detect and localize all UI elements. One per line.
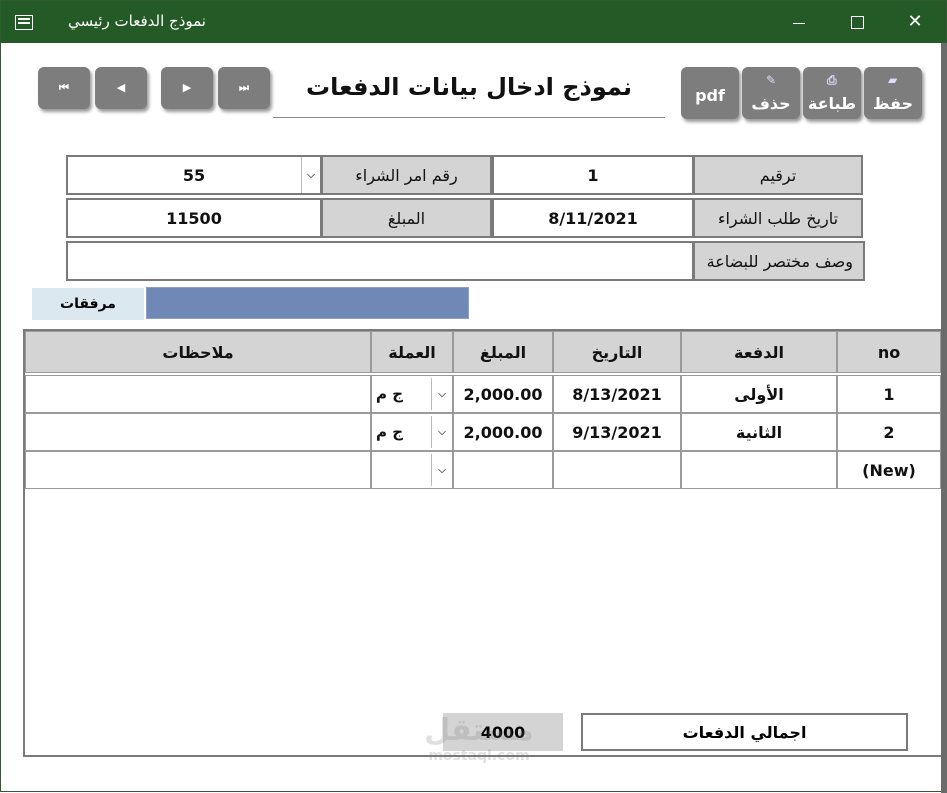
column-header-currency[interactable]: العملة — [371, 331, 453, 373]
chevron-down-icon[interactable]: ⌵ — [431, 416, 452, 448]
po-number-label: رقم امر الشراء — [321, 155, 492, 195]
next-record-icon: ▶ — [182, 81, 192, 94]
form-title: نموذج ادخال بيانات الدفعات — [306, 73, 632, 101]
first-record-icon: ⏮ — [59, 81, 69, 94]
po-number-combo[interactable]: 55 ⌵ — [66, 155, 322, 195]
currency-value: ج م — [376, 385, 404, 403]
amount-label: المبلغ — [321, 198, 492, 238]
chevron-down-icon[interactable]: ⌵ — [431, 378, 452, 410]
table-row-2-currency[interactable]: ج م ⌵ — [371, 413, 453, 451]
po-date-field[interactable]: 8/11/2021 — [492, 198, 694, 238]
column-header-amount[interactable]: المبلغ — [453, 331, 553, 373]
column-header-payment[interactable]: الدفعة — [681, 331, 837, 373]
currency-value: ج م — [376, 423, 404, 441]
next-record-button[interactable]: ▶ — [161, 67, 213, 109]
table-row-1-payment[interactable]: الأولى — [681, 375, 837, 413]
table-row-1-notes[interactable] — [25, 375, 371, 413]
first-record-button[interactable]: ⏮ — [38, 67, 90, 109]
po-date-label: تاريخ طلب الشراء — [693, 198, 863, 238]
close-button[interactable]: ✕ — [895, 9, 935, 35]
chevron-down-icon[interactable]: ⌵ — [431, 454, 452, 486]
title-underline — [273, 117, 665, 118]
minimize-icon — [793, 23, 805, 24]
delete-label: حذف — [751, 94, 791, 113]
serial-field[interactable]: 1 — [492, 155, 694, 195]
description-field[interactable] — [66, 241, 694, 281]
amount-field[interactable]: 11500 — [66, 198, 322, 238]
printer-icon: ⎙ — [827, 73, 837, 87]
prev-record-icon: ◀ — [116, 81, 126, 94]
form-icon — [15, 15, 33, 30]
new-row-currency[interactable]: ⌵ — [371, 451, 453, 489]
attachments-label: مرفقات — [32, 288, 144, 320]
total-payments-value: 4000 — [443, 713, 563, 751]
new-row-payment[interactable] — [681, 451, 837, 489]
table-row-2-date[interactable]: 9/13/2021 — [553, 413, 681, 451]
table-row-2-no[interactable]: 2 — [837, 413, 941, 451]
title-bar: نموذج الدفعات رئيسي ✕ — [1, 1, 946, 43]
chevron-down-icon[interactable]: ⌵ — [301, 157, 320, 193]
table-row-1-no[interactable]: 1 — [837, 375, 941, 413]
table-row-2-payment[interactable]: الثانية — [681, 413, 837, 451]
table-row-2-amount[interactable]: 2,000.00 — [453, 413, 553, 451]
new-row-date[interactable] — [553, 451, 681, 489]
column-header-no[interactable]: no — [837, 331, 941, 373]
new-row-marker[interactable]: (New) — [837, 451, 941, 489]
pdf-button[interactable]: pdf — [681, 67, 739, 119]
new-row-amount[interactable] — [453, 451, 553, 489]
delete-icon: ✎ — [766, 73, 777, 87]
prev-record-button[interactable]: ◀ — [95, 67, 147, 109]
print-button[interactable]: ⎙ طباعة — [803, 67, 861, 119]
window-right-edge — [941, 43, 947, 793]
save-button[interactable]: ▰ حفظ — [864, 67, 922, 119]
description-label: وصف مختصر للبضاعة — [693, 241, 865, 281]
app-window: نموذج الدفعات رئيسي ✕ ⏮ ◀ ▶ ⏭ نموذج ادخا… — [0, 0, 947, 793]
save-icon: ▰ — [888, 73, 898, 87]
po-number-value: 55 — [182, 165, 206, 185]
maximize-icon — [851, 16, 864, 29]
column-header-notes[interactable]: ملاحظات — [25, 331, 371, 373]
new-row-notes[interactable] — [25, 451, 371, 489]
table-row-1-currency[interactable]: ج م ⌵ — [371, 375, 453, 413]
last-record-icon: ⏭ — [239, 81, 249, 94]
total-payments-label: اجمالي الدفعات — [581, 713, 908, 751]
save-label: حفظ — [872, 94, 914, 113]
pdf-label: pdf — [695, 86, 725, 105]
delete-button[interactable]: ✎ حذف — [742, 67, 800, 119]
minimize-button[interactable] — [779, 9, 819, 35]
table-row-1-date[interactable]: 8/13/2021 — [553, 375, 681, 413]
table-row-2-notes[interactable] — [25, 413, 371, 451]
table-row-1-amount[interactable]: 2,000.00 — [453, 375, 553, 413]
attachments-field[interactable] — [146, 287, 469, 319]
maximize-button[interactable] — [837, 9, 877, 35]
close-icon: ✕ — [907, 11, 923, 32]
serial-label: ترقيم — [693, 155, 863, 195]
window-title: نموذج الدفعات رئيسي — [67, 12, 206, 30]
last-record-button[interactable]: ⏭ — [218, 67, 270, 109]
print-label: طباعة — [807, 94, 857, 113]
column-header-date[interactable]: التاريخ — [553, 331, 681, 373]
